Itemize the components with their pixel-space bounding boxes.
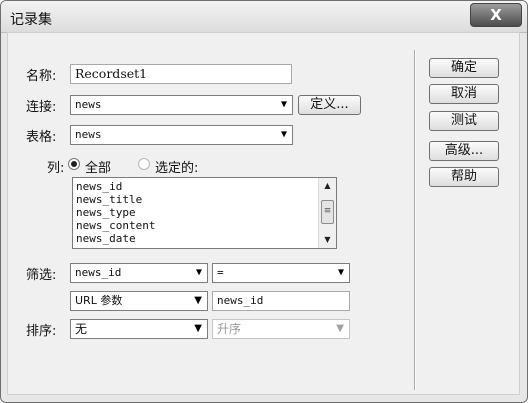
filter-operator-value: =: [217, 266, 224, 279]
name-field[interactable]: Recordset1: [70, 64, 292, 84]
chevron-down-icon: ▼: [195, 267, 202, 278]
chevron-down-icon: ▼: [336, 323, 344, 334]
filter-label: 筛选:: [26, 268, 57, 283]
list-item[interactable]: news_id: [76, 180, 122, 193]
filter-operator-select[interactable]: = ▼: [212, 263, 350, 283]
chevron-down-icon: ▼: [337, 267, 344, 278]
sort-order-value: 升序: [217, 322, 242, 336]
sort-label: 排序:: [26, 324, 57, 339]
columns-selected-radio[interactable]: [138, 158, 150, 170]
sort-column-value: 无: [75, 322, 88, 336]
chevron-down-icon: ▼: [194, 323, 202, 334]
advanced-button[interactable]: 高级...: [429, 141, 499, 161]
scroll-thumb[interactable]: ≡: [321, 200, 334, 224]
scroll-down-arrow-icon[interactable]: ▼: [319, 232, 336, 248]
connection-label: 连接:: [26, 100, 57, 115]
title-bar[interactable]: 记录集 X: [1, 1, 527, 33]
list-item[interactable]: news_content: [76, 219, 155, 232]
filter-value-field[interactable]: news_id: [212, 291, 350, 311]
sort-column-select[interactable]: 无 ▼: [70, 319, 208, 339]
filter-column-select[interactable]: news_id ▼: [70, 263, 208, 283]
table-select-value: news: [75, 128, 102, 141]
close-icon: X: [490, 6, 502, 24]
dialog-body: 名称: Recordset1 连接: news ▼ 定义... 表格: news…: [7, 32, 520, 395]
columns-listbox[interactable]: news_id news_title news_type news_conten…: [72, 177, 337, 249]
columns-all-label: 全部: [85, 161, 112, 176]
chevron-down-icon: ▼: [280, 129, 287, 140]
ok-button[interactable]: 确定: [429, 58, 499, 78]
filter-column-value: news_id: [75, 266, 122, 279]
connection-select-value: news: [75, 98, 102, 111]
dialog-title: 记录集: [10, 12, 52, 28]
table-label: 表格:: [26, 130, 57, 145]
chevron-down-icon: ▼: [280, 99, 287, 110]
sort-order-select[interactable]: 升序 ▼: [212, 319, 350, 339]
columns-selected-label: 选定的:: [155, 161, 199, 176]
columns-all-radio[interactable]: [68, 158, 80, 170]
filter-source-select[interactable]: URL 参数 ▼: [70, 291, 208, 311]
table-select[interactable]: news ▼: [70, 125, 293, 145]
list-item[interactable]: news_title: [76, 193, 142, 206]
list-item[interactable]: news_type: [76, 206, 136, 219]
filter-source-value: URL 参数: [75, 294, 123, 307]
connection-select[interactable]: news ▼: [70, 95, 293, 115]
test-button[interactable]: 测试: [429, 111, 499, 131]
columns-label: 列:: [47, 161, 65, 176]
list-item[interactable]: news_date: [76, 232, 136, 245]
cancel-button[interactable]: 取消: [429, 84, 499, 104]
scroll-up-arrow-icon[interactable]: ▲: [319, 178, 336, 194]
name-label: 名称:: [26, 69, 57, 84]
chevron-down-icon: ▼: [194, 295, 202, 306]
help-button[interactable]: 帮助: [429, 167, 499, 187]
listbox-scrollbar[interactable]: ▲ ≡ ▼: [318, 178, 336, 248]
vertical-divider: [414, 50, 416, 390]
close-button[interactable]: X: [470, 3, 522, 27]
define-button[interactable]: 定义...: [298, 95, 361, 115]
recordset-dialog: 记录集 X 名称: Recordset1 连接: news ▼ 定义... 表格…: [0, 0, 528, 403]
